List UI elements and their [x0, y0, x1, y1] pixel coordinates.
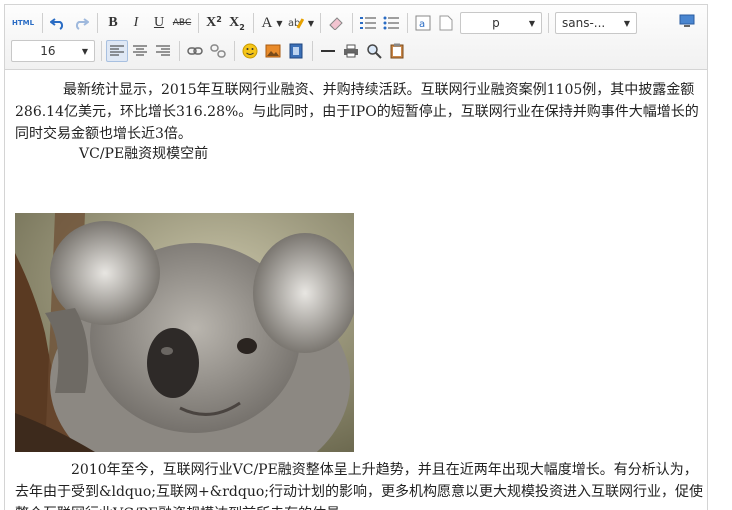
svg-text:a: a: [419, 19, 425, 30]
toolbar-divider: [407, 13, 408, 33]
highlight-color-button[interactable]: ab ▼: [287, 12, 315, 34]
emoticon-button[interactable]: [239, 40, 261, 62]
chevron-down-icon: ▼: [307, 18, 314, 28]
paragraph-format-select[interactable]: p ▼: [460, 12, 542, 34]
editor-content-area[interactable]: 最新统计显示，2015年互联网行业融资、并购持续活跃。互联网行业融资案例1105…: [5, 70, 707, 510]
preview-button[interactable]: [363, 40, 385, 62]
font-color-button[interactable]: A ▼: [258, 12, 286, 34]
clipboard-icon: [390, 43, 404, 59]
toolbar-row-2: 16 ▼: [9, 38, 409, 64]
align-left-button[interactable]: [106, 40, 128, 62]
content-paragraph: 最新统计显示，2015年互联网行业融资、并购持续活跃。互联网行业融资案例1105…: [15, 82, 699, 142]
chevron-down-icon: ▼: [528, 18, 535, 28]
toolbar-divider: [179, 41, 180, 61]
align-right-icon: [156, 45, 170, 56]
smiley-icon: [242, 43, 258, 59]
unlink-icon: [210, 44, 226, 58]
toolbar-divider: [42, 13, 43, 33]
rich-text-editor: HTML B I U ABC X2 X2 A ▼ ab ▼ a p ▼ sans…: [4, 4, 708, 510]
image-icon: [265, 44, 281, 58]
clear-format-button[interactable]: [325, 12, 347, 34]
print-button[interactable]: [340, 40, 362, 62]
insert-video-button[interactable]: [285, 40, 307, 62]
koala-photo: [15, 213, 354, 452]
strikethrough-button[interactable]: ABC: [171, 12, 193, 34]
chevron-down-icon: ▼: [81, 46, 88, 56]
toolbar-divider: [312, 41, 313, 61]
superscript-button[interactable]: X2: [203, 12, 225, 34]
redo-button[interactable]: [70, 12, 92, 34]
eraser-icon: [329, 17, 343, 30]
redo-icon: [75, 18, 89, 30]
unordered-list-button[interactable]: [380, 12, 402, 34]
toolbar-divider: [234, 41, 235, 61]
bold-button[interactable]: B: [102, 12, 124, 34]
printer-icon: [344, 44, 358, 58]
monitor-icon: [679, 14, 695, 27]
font-size-select[interactable]: 16 ▼: [11, 40, 95, 62]
font-family-select[interactable]: sans-... ▼: [555, 12, 637, 34]
horizontal-rule-button[interactable]: [317, 40, 339, 62]
content-subheading: VC/PE融资规模空前: [79, 146, 209, 162]
insert-image-button[interactable]: [262, 40, 284, 62]
select-all-button[interactable]: a: [412, 12, 434, 34]
insert-link-button[interactable]: [184, 40, 206, 62]
horizontal-line-icon: [321, 50, 335, 52]
toolbar-divider: [253, 13, 254, 33]
align-right-button[interactable]: [152, 40, 174, 62]
chevron-down-icon: ▼: [623, 18, 630, 28]
toolbar-divider: [352, 13, 353, 33]
italic-button[interactable]: I: [125, 12, 147, 34]
undo-button[interactable]: [47, 12, 69, 34]
ordered-list-button[interactable]: [357, 12, 379, 34]
toolbar-divider: [101, 41, 102, 61]
align-left-icon: [110, 45, 124, 56]
align-center-icon: [133, 45, 147, 56]
magnifier-icon: [367, 44, 382, 59]
select-all-icon: a: [415, 15, 431, 31]
underline-button[interactable]: U: [148, 12, 170, 34]
film-icon: [289, 43, 303, 59]
toolbar-row-1: HTML B I U ABC X2 X2 A ▼ ab ▼ a p ▼ sans…: [9, 10, 703, 36]
toolbar-divider: [97, 13, 98, 33]
toolbar-divider: [320, 13, 321, 33]
new-document-button[interactable]: [435, 12, 457, 34]
chevron-down-icon: ▼: [276, 18, 283, 28]
document-icon: [439, 15, 453, 31]
unordered-list-icon: [383, 16, 399, 30]
link-icon: [187, 47, 203, 55]
ordered-list-icon: [360, 17, 376, 29]
subscript-button[interactable]: X2: [226, 12, 248, 34]
template-button[interactable]: [386, 40, 408, 62]
fullscreen-button[interactable]: [676, 10, 698, 32]
html-source-button[interactable]: HTML: [9, 12, 37, 34]
toolbar-divider: [548, 13, 549, 33]
highlighter-icon: ab: [288, 18, 304, 29]
undo-icon: [50, 18, 64, 30]
content-paragraph: 2010年至今，互联网行业VC/PE融资整体呈上升趋势，并且在近两年出现大幅度增…: [15, 462, 703, 510]
unlink-button[interactable]: [207, 40, 229, 62]
toolbar-divider: [198, 13, 199, 33]
align-center-button[interactable]: [129, 40, 151, 62]
editor-toolbar: HTML B I U ABC X2 X2 A ▼ ab ▼ a p ▼ sans…: [5, 5, 707, 70]
